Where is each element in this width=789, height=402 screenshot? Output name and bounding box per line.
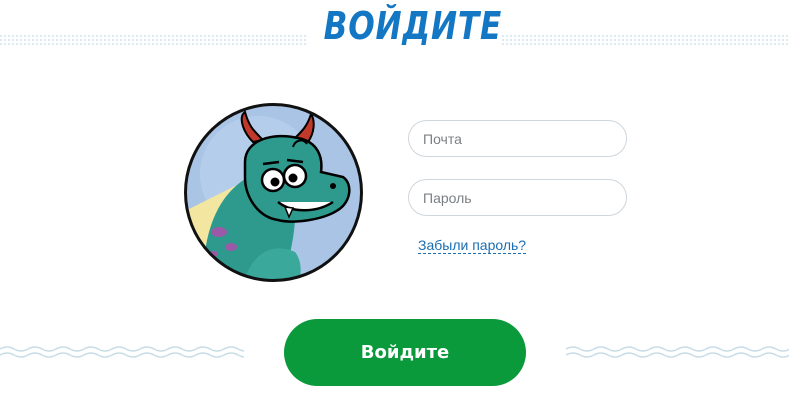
dragon-avatar-icon (184, 103, 363, 282)
page-title: ВОЙДИТЕ (323, 4, 503, 48)
login-button[interactable]: Войдите (284, 319, 526, 386)
page-header: ВОЙДИТЕ (0, 0, 789, 70)
footer-wave-left (0, 346, 244, 358)
header-decoration-right (502, 35, 789, 45)
email-field[interactable] (408, 120, 627, 157)
forgot-password-link[interactable]: Забыли пароль? (418, 237, 527, 254)
header-decoration-left (0, 35, 306, 45)
footer-wave-right (566, 346, 789, 358)
password-field[interactable] (408, 179, 627, 216)
